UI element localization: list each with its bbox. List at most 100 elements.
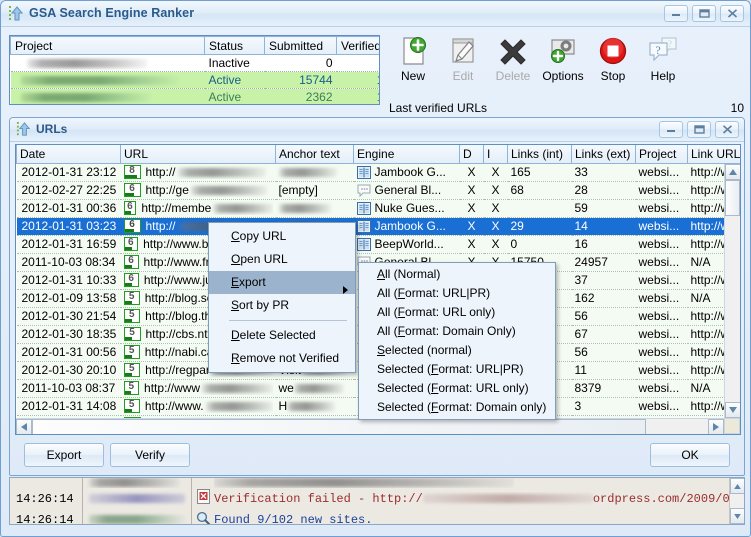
col-project[interactable]: Project xyxy=(11,37,205,55)
options-gear-icon xyxy=(547,34,579,68)
export-submenu-item-all-format-url-pr[interactable]: All (Format: URL|PR) xyxy=(359,284,555,303)
table-row[interactable]: 2012-02-27 22:256http://ge[empty]General… xyxy=(17,181,742,199)
new-document-icon xyxy=(397,34,429,68)
verify-button[interactable]: Verify xyxy=(110,443,190,467)
main-toolbar: New Edit xyxy=(389,31,687,83)
cell-url: 8http:// xyxy=(121,163,276,181)
grid-header-row: Date URL Anchor text Engine D I Links (i… xyxy=(17,145,742,163)
log-message-tail: ordpress.com/2009/0 xyxy=(593,492,730,506)
context-menu-item-export[interactable]: Export xyxy=(209,271,355,294)
col-i[interactable]: I xyxy=(484,145,508,163)
context-menu-item-sort-by-pr[interactable]: Sort by PR xyxy=(209,294,355,317)
context-menu[interactable]: Copy URLOpen URLExport Sort by PR Delete S… xyxy=(208,222,356,373)
table-row[interactable]: 2012-01-31 16:596http://www.bBeepWorld..… xyxy=(17,235,742,253)
delete-button[interactable]: Delete xyxy=(489,31,537,83)
last-verified-status: Last verified URLs 10 xyxy=(389,101,744,115)
project-table[interactable]: Project Status Submitted Verified Inacti… xyxy=(9,35,380,105)
grid-vertical-scrollbar[interactable] xyxy=(724,164,740,418)
cell-url: 6http://membe xyxy=(121,199,276,217)
col-date[interactable]: Date xyxy=(17,145,121,163)
export-submenu-item-selected-format-domain-only[interactable]: Selected (Format: Domain only) xyxy=(359,398,555,417)
export-submenu-item-all-format-url-only[interactable]: All (Format: URL only) xyxy=(359,303,555,322)
close-button[interactable] xyxy=(715,121,739,138)
export-button[interactable]: Export xyxy=(24,443,104,467)
cell-d: X xyxy=(460,235,484,253)
col-links-int[interactable]: Links (int) xyxy=(508,145,572,163)
export-submenu-item-selected-normal[interactable]: Selected (normal) xyxy=(359,341,555,360)
scroll-left-button[interactable] xyxy=(16,419,32,435)
project-row[interactable]: Active 15744 1619 xyxy=(11,72,381,89)
log-scroll-down-button[interactable] xyxy=(730,508,745,524)
project-name-redacted xyxy=(11,72,205,89)
menu-item-label: All (Format: Domain Only) xyxy=(377,324,516,338)
cell-i: X xyxy=(484,217,508,235)
project-row[interactable]: Active 2362 1213 xyxy=(11,89,381,106)
log-project xyxy=(83,513,191,526)
col-project[interactable]: Project xyxy=(636,145,688,163)
scroll-up-button[interactable] xyxy=(725,164,741,180)
context-menu-item-delete-selected[interactable]: Delete Selected xyxy=(209,324,355,347)
project-submitted: 2362 xyxy=(265,89,337,106)
log-divider xyxy=(191,478,192,488)
ok-button[interactable]: OK xyxy=(650,443,730,467)
col-submitted[interactable]: Submitted xyxy=(265,37,337,55)
col-verified[interactable]: Verified xyxy=(337,37,381,55)
magnifier-icon xyxy=(192,511,214,526)
export-submenu-item-all-format-domain-only[interactable]: All (Format: Domain Only) xyxy=(359,322,555,341)
context-menu-item-open-url[interactable]: Open URL xyxy=(209,248,355,271)
export-submenu-item-all-normal[interactable]: All (Normal) xyxy=(359,265,555,284)
cell-project: websi... xyxy=(636,397,688,415)
log-scroll-up-button[interactable] xyxy=(730,478,745,494)
edit-button[interactable]: Edit xyxy=(439,31,487,83)
urls-titlebar[interactable]: URLs xyxy=(10,118,744,142)
pagerank-badge: 6 xyxy=(124,201,137,215)
col-anchor-text[interactable]: Anchor text xyxy=(276,145,354,163)
cell-project: websi... xyxy=(636,181,688,199)
urls-window-controls xyxy=(659,121,739,138)
col-d[interactable]: D xyxy=(460,145,484,163)
log-project xyxy=(83,478,191,488)
cell-i: X xyxy=(484,199,508,217)
log-message xyxy=(214,478,514,488)
stop-button[interactable]: Stop xyxy=(589,31,637,83)
export-submenu[interactable]: All (Normal)All (Format: URL|PR)All (For… xyxy=(358,262,556,420)
log-vertical-scrollbar[interactable] xyxy=(729,478,744,524)
context-menu-item-remove-not-verified[interactable]: Remove not Verified xyxy=(209,347,355,370)
minimize-button[interactable] xyxy=(664,5,688,22)
col-status[interactable]: Status xyxy=(205,37,265,55)
menu-item-label: Sort by PR xyxy=(231,298,289,312)
pagerank-badge: 5 xyxy=(124,363,141,377)
table-row[interactable]: 2012-01-31 00:366http://membeNuke Gues..… xyxy=(17,199,742,217)
options-button[interactable]: Options xyxy=(539,31,587,83)
cell-links-int: 165 xyxy=(508,163,572,181)
horizontal-scroll-thumb[interactable] xyxy=(32,419,646,435)
main-titlebar[interactable]: GSA Search Engine Ranker xyxy=(1,1,750,27)
new-label: New xyxy=(401,69,425,83)
table-row[interactable]: 2012-01-31 03:236http://Jambook G...XX29… xyxy=(17,217,742,235)
project-row[interactable]: Inactive 0 17 xyxy=(11,55,381,72)
maximize-button[interactable] xyxy=(687,121,711,138)
col-engine[interactable]: Engine xyxy=(354,145,460,163)
col-url[interactable]: URL xyxy=(121,145,276,163)
urls-title: URLs xyxy=(36,122,67,136)
col-link-url[interactable]: Link URL xyxy=(688,145,742,163)
grid-horizontal-scrollbar[interactable] xyxy=(16,418,724,434)
scroll-down-button[interactable] xyxy=(725,402,741,418)
cell-links-ext: 56 xyxy=(572,307,636,325)
export-submenu-item-selected-format-url-only[interactable]: Selected (Format: URL only) xyxy=(359,379,555,398)
context-menu-item-copy-url[interactable]: Copy URL xyxy=(209,225,355,248)
vertical-scroll-thumb[interactable] xyxy=(725,180,740,216)
col-links-ext[interactable]: Links (ext) xyxy=(572,145,636,163)
new-button[interactable]: New xyxy=(389,31,437,83)
close-button[interactable] xyxy=(720,5,744,22)
cell-anchor-text: H xyxy=(276,397,354,415)
maximize-button[interactable] xyxy=(692,5,716,22)
scroll-right-button[interactable] xyxy=(708,419,724,435)
table-row[interactable]: 2012-01-31 23:128http://Jambook G...XX16… xyxy=(17,163,742,181)
help-button[interactable]: ? ? Help xyxy=(639,31,687,83)
export-submenu-item-selected-format-url-pr[interactable]: Selected (Format: URL|PR) xyxy=(359,360,555,379)
minimize-button[interactable] xyxy=(659,121,683,138)
cell-links-int xyxy=(508,199,572,217)
delete-x-icon xyxy=(497,34,529,68)
log-panel[interactable]: 14:26:14 Verification failed - http://or… xyxy=(9,477,745,525)
